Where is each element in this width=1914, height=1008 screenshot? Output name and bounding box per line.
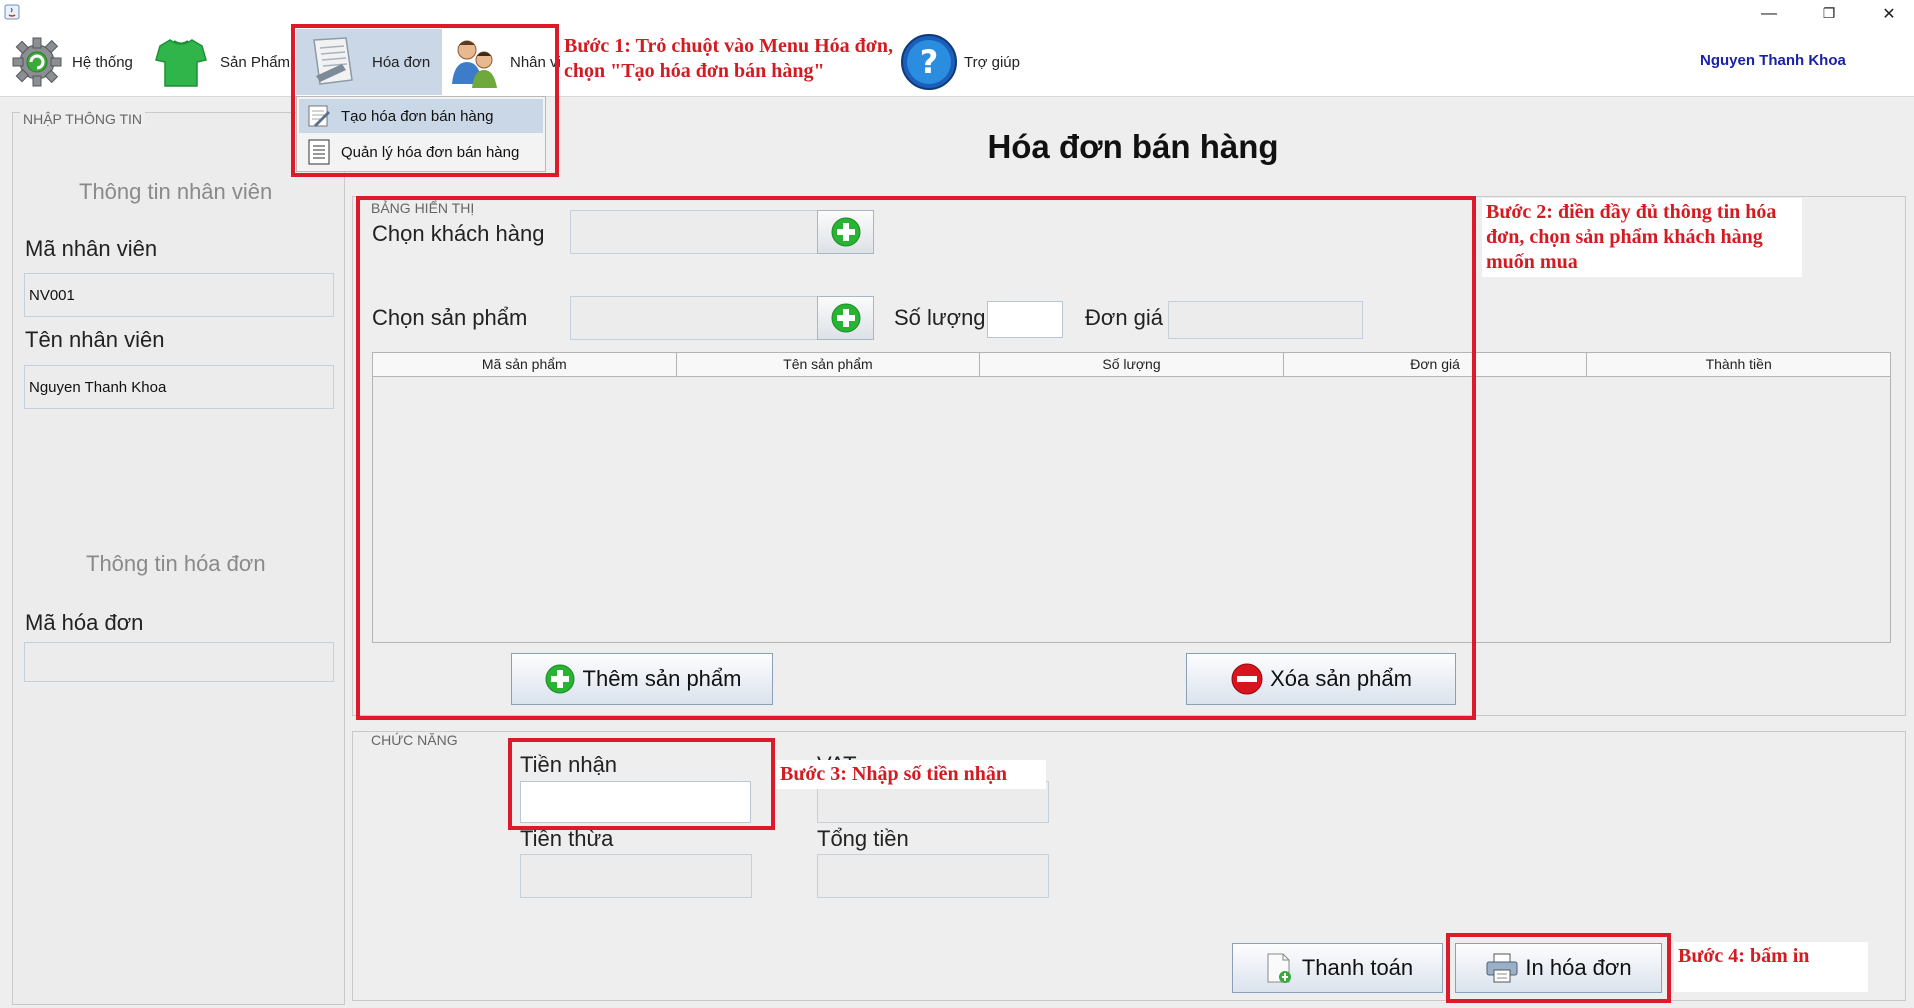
pay-label: Thanh toán bbox=[1301, 955, 1414, 980]
menu-bar: Hệ thống Sản Phẩm Hóa đơn Nhân viên ? Tr… bbox=[0, 27, 1914, 97]
employee-section-title: Thông tin nhân viên bbox=[79, 179, 273, 204]
input-group-title: NHẬP THÔNG TIN bbox=[20, 111, 146, 127]
close-button[interactable]: ✕ bbox=[1866, 0, 1912, 27]
restore-button[interactable]: ❐ bbox=[1806, 0, 1852, 27]
step3-highlight bbox=[508, 738, 775, 830]
total-label: Tổng tiền bbox=[817, 826, 909, 851]
java-app-icon bbox=[4, 4, 20, 20]
employee-id-label: Mã nhân viên bbox=[25, 236, 158, 261]
column-header[interactable]: Thành tiền bbox=[1587, 353, 1890, 376]
menu-label: Hệ thống bbox=[72, 53, 133, 71]
shirt-icon bbox=[152, 33, 210, 91]
current-user: Nguyen Thanh Khoa bbox=[1700, 52, 1846, 69]
employee-name-field: Nguyen Thanh Khoa bbox=[24, 365, 334, 409]
step1-note: Bước 1: Trỏ chuột vào Menu Hóa đơn, chọn… bbox=[560, 32, 900, 86]
invoice-section-title: Thông tin hóa đơn bbox=[86, 551, 266, 576]
total-field bbox=[817, 854, 1049, 898]
help-icon: ? bbox=[900, 33, 958, 91]
menu-san-pham[interactable]: Sản Phẩm bbox=[152, 31, 290, 93]
change-field bbox=[520, 854, 752, 898]
step2-note: Bước 2: điền đầy đủ thông tin hóa đơn, c… bbox=[1482, 198, 1802, 277]
page-title: Hóa đơn bán hàng bbox=[987, 128, 1279, 165]
menu-label: Sản Phẩm bbox=[220, 53, 291, 71]
step4-highlight bbox=[1446, 933, 1671, 1003]
menu-label: Trợ giúp bbox=[964, 53, 1020, 71]
step1-highlight bbox=[291, 24, 559, 177]
step4-note: Bước 4: bấm in bbox=[1674, 942, 1868, 992]
menu-tro-giup[interactable]: ? Trợ giúp bbox=[900, 31, 1020, 93]
pay-button[interactable]: Thanh toán bbox=[1232, 943, 1443, 993]
minimize-button[interactable]: — bbox=[1746, 0, 1792, 27]
document-money-icon bbox=[1262, 951, 1296, 985]
invoice-id-field bbox=[24, 642, 334, 682]
menu-he-thong[interactable]: Hệ thống bbox=[8, 31, 133, 93]
svg-text:?: ? bbox=[920, 43, 939, 81]
function-group-title: CHỨC NĂNG bbox=[368, 732, 461, 748]
title-bar: — ❐ ✕ bbox=[0, 0, 1914, 27]
gear-icon bbox=[8, 33, 66, 91]
employee-id-field: NV001 bbox=[24, 273, 334, 317]
step3-note: Bước 3: Nhập số tiền nhận bbox=[776, 760, 1046, 789]
step2-highlight bbox=[356, 196, 1476, 720]
employee-name-label: Tên nhân viên bbox=[25, 327, 165, 352]
invoice-id-label: Mã hóa đơn bbox=[25, 610, 144, 635]
